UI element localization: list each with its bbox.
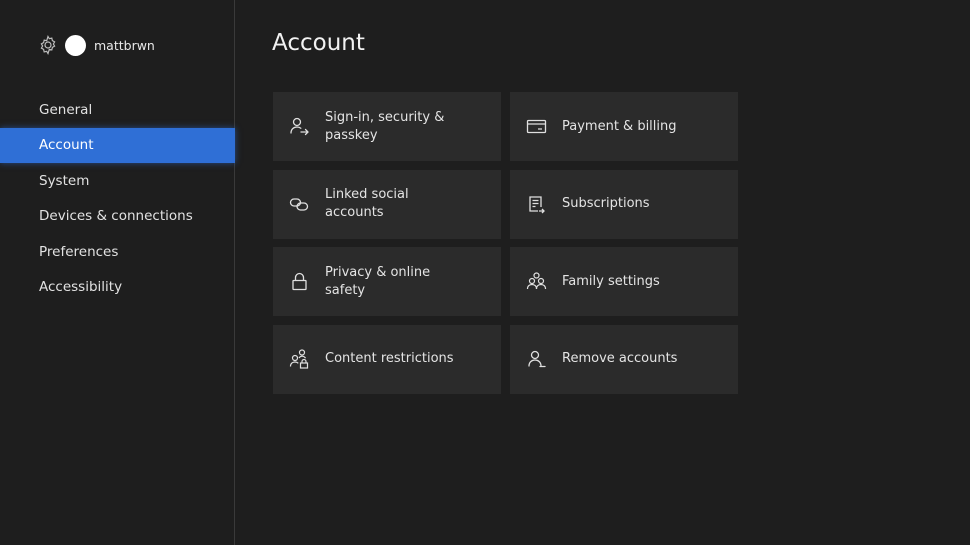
person-remove-icon xyxy=(526,349,547,370)
gear-icon[interactable] xyxy=(38,35,58,55)
sidebar-item-label: Devices & connections xyxy=(39,208,193,225)
username: mattbrwn xyxy=(94,37,155,53)
sidebar-item-label: Account xyxy=(39,137,94,154)
subscriptions-icon xyxy=(526,194,547,215)
tile-privacy-online-safety[interactable]: Privacy & online safety xyxy=(273,247,501,316)
sidebar: mattbrwn General Account System Devices … xyxy=(0,0,235,545)
tile-label: Privacy & online safety xyxy=(325,264,431,298)
sidebar-item-label: Preferences xyxy=(39,243,119,260)
link-icon xyxy=(289,194,310,215)
sidebar-item-accessibility[interactable]: Accessibility xyxy=(0,270,235,306)
settings-nav: General Account System Devices & connect… xyxy=(0,92,235,305)
family-icon xyxy=(526,271,547,292)
account-options-grid: Sign-in, security & passkey Payment & bi… xyxy=(273,92,738,394)
tile-label: Content restrictions xyxy=(325,351,454,366)
tile-content-restrictions[interactable]: Content restrictions xyxy=(273,324,501,394)
tile-label: Family settings xyxy=(562,273,660,289)
people-lock-icon xyxy=(289,348,310,370)
sidebar-item-general[interactable]: General xyxy=(0,92,235,128)
tile-signin-security-passkey[interactable]: Sign-in, security & passkey xyxy=(273,92,501,161)
tile-label: Remove accounts xyxy=(562,351,678,366)
main-content: Account Sign-in, security & passkey Paym… xyxy=(235,0,970,545)
tile-label: Payment & billing xyxy=(562,118,677,134)
tile-label: Sign-in, security & passkey xyxy=(325,109,445,143)
sidebar-item-label: General xyxy=(39,101,93,118)
lock-icon xyxy=(289,271,310,292)
profile[interactable]: mattbrwn xyxy=(38,33,155,57)
sidebar-item-preferences[interactable]: Preferences xyxy=(0,234,235,270)
tile-linked-social-accounts[interactable]: Linked social accounts xyxy=(273,169,501,239)
tile-payment-billing[interactable]: Payment & billing xyxy=(510,92,738,161)
page-title: Account xyxy=(272,30,365,56)
tile-label: Linked social accounts xyxy=(325,187,409,220)
sidebar-item-system[interactable]: System xyxy=(0,163,235,199)
tile-subscriptions[interactable]: Subscriptions xyxy=(510,169,738,239)
sidebar-item-label: Accessibility xyxy=(39,279,123,296)
tile-family-settings[interactable]: Family settings xyxy=(510,247,738,316)
sidebar-item-devices-connections[interactable]: Devices & connections xyxy=(0,199,235,235)
tile-label: Subscriptions xyxy=(562,196,650,211)
sidebar-item-account[interactable]: Account xyxy=(0,127,235,163)
avatar[interactable] xyxy=(65,34,86,56)
credit-card-icon xyxy=(526,116,547,137)
tile-remove-accounts[interactable]: Remove accounts xyxy=(510,324,738,394)
sidebar-item-label: System xyxy=(39,172,90,189)
person-signin-icon xyxy=(289,116,310,137)
